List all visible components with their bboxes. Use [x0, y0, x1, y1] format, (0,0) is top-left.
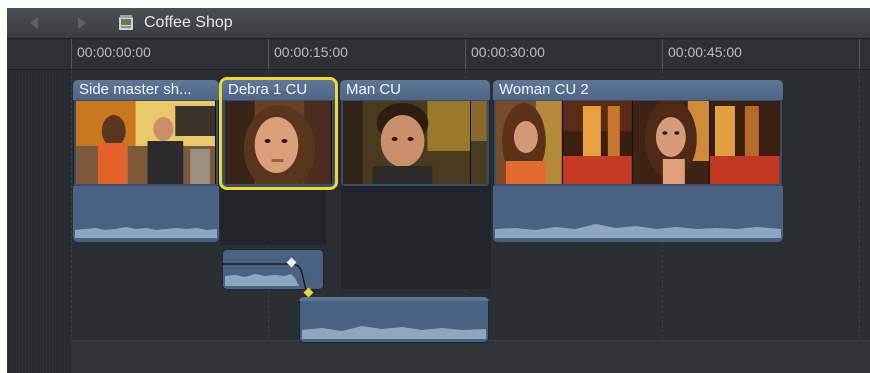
- timecode-ruler[interactable]: 00:00:00:00 00:00:15:00 00:00:30:00 00:0…: [7, 39, 870, 70]
- timeline-window: Coffee Shop 00:00:00:00 00:00:15:00 00:0…: [7, 8, 870, 373]
- grid-line: [71, 70, 72, 373]
- timeline-gutter: [7, 70, 71, 373]
- clip-side-master-shot[interactable]: Side master sh...: [73, 80, 219, 242]
- audio-waveform: [75, 212, 217, 238]
- clip-debra-1-cu[interactable]: Debra 1 CU: [222, 80, 335, 187]
- clip-title: Side master sh...: [73, 80, 219, 100]
- clip-title: Man CU: [340, 80, 490, 100]
- ruler-tick: [465, 39, 466, 69]
- volume-fade-curve: [222, 263, 307, 290]
- app-frame: Coffee Shop 00:00:00:00 00:00:15:00 00:0…: [0, 0, 870, 373]
- audio-lane-area: [71, 340, 870, 373]
- video-thumbnail: [562, 101, 633, 184]
- clip-man-cu[interactable]: Man CU: [340, 80, 490, 187]
- timeline-area[interactable]: Side master sh... Debra 1 CU Man CU Woma…: [7, 70, 870, 373]
- audio-waveform: [302, 315, 486, 339]
- clip-woman-cu-2[interactable]: Woman CU 2: [493, 80, 783, 242]
- clip-filmstrip: [496, 101, 780, 184]
- timecode-label: 00:00:00:00: [77, 44, 151, 60]
- audio-clip-header: [299, 297, 489, 301]
- video-thumbnail: [76, 101, 216, 184]
- clip-audio: [493, 186, 783, 242]
- ruler-tick: [268, 39, 269, 69]
- timecode-label: 00:00:15:00: [274, 44, 348, 60]
- clip-filmstrip: [343, 101, 487, 184]
- title-bar: Coffee Shop: [7, 8, 870, 39]
- clip-gap: [341, 175, 491, 289]
- timecode-label: 00:00:30:00: [471, 44, 545, 60]
- back-button[interactable]: [19, 13, 49, 33]
- project-title: Coffee Shop: [144, 14, 233, 31]
- timecode-label: 00:00:45:00: [668, 44, 742, 60]
- lower-audio-clip[interactable]: [299, 297, 489, 343]
- clip-filmstrip: [225, 101, 332, 184]
- ruler-tick: [71, 39, 72, 69]
- clip-audio: [73, 186, 219, 242]
- video-thumbnail: [225, 101, 332, 184]
- audio-waveform: [495, 212, 781, 238]
- video-thumbnail: [632, 101, 711, 184]
- video-thumbnail: [343, 101, 472, 184]
- ruler-tick: [662, 39, 663, 69]
- forward-button[interactable]: [67, 13, 97, 33]
- connected-audio-clip[interactable]: [222, 249, 324, 290]
- clip-title: Debra 1 CU: [222, 80, 335, 100]
- clip-title: Woman CU 2: [493, 80, 783, 100]
- video-thumbnail: [710, 101, 780, 184]
- back-arrow-icon: [30, 17, 38, 29]
- forward-arrow-icon: [78, 17, 86, 29]
- ruler-tick: [859, 39, 860, 69]
- video-thumbnail: [496, 101, 563, 184]
- clip-filmstrip: [76, 101, 216, 184]
- video-thumbnail: [471, 101, 487, 184]
- grid-line: [859, 70, 860, 373]
- project-icon: [119, 15, 133, 30]
